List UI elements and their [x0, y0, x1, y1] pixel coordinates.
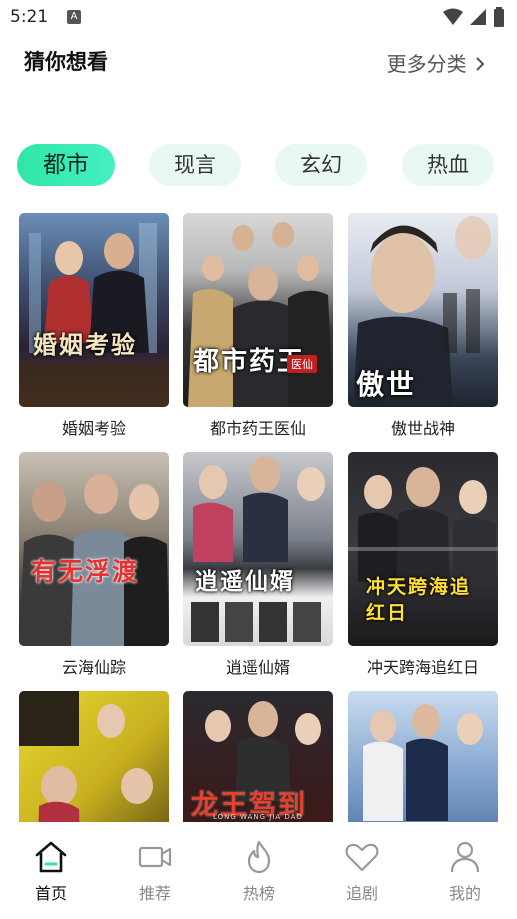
- section-title: 猜你想看: [24, 50, 108, 74]
- nav-hot[interactable]: 热榜: [224, 838, 294, 904]
- poster-subtitle: LONG WANG JIA DAO: [213, 813, 303, 821]
- home-icon: [35, 841, 67, 873]
- poster-art: [19, 223, 169, 407]
- drama-title: 逍遥仙婿: [225, 658, 290, 677]
- nav-label: 热榜: [242, 884, 275, 903]
- poster-title: 冲天跨海追红日: [366, 576, 472, 624]
- status-time: 5:21: [10, 7, 49, 27]
- drama-poster: 有无浮渡: [19, 452, 169, 646]
- drama-card[interactable]: 有无浮渡 云海仙踪: [19, 452, 169, 678]
- drama-poster: 傲世: [348, 213, 498, 407]
- bottom-nav: 首页 推荐 热榜 追剧 我的: [0, 822, 517, 919]
- drama-title: 云海仙踪: [61, 658, 126, 677]
- drama-card[interactable]: 傲世 傲世战神: [348, 213, 498, 439]
- wifi-icon: [443, 8, 463, 25]
- drama-title: 婚姻考验: [61, 419, 126, 438]
- drama-title: 傲世战神: [390, 419, 455, 438]
- status-bar: 5:21 A: [0, 0, 517, 34]
- tab-xianyan[interactable]: 现言: [149, 144, 241, 186]
- poster-title: 逍遥仙婿: [195, 568, 295, 595]
- drama-card[interactable]: 逍遥仙婿 逍遥仙婿: [183, 452, 333, 678]
- person-icon: [450, 841, 480, 873]
- poster-art: [19, 474, 169, 646]
- poster-title: 傲世: [356, 368, 417, 401]
- drama-poster: 冲天跨海追红日: [348, 452, 498, 646]
- battery-icon: [494, 7, 504, 27]
- video-camera-icon: [138, 846, 172, 868]
- nav-recommend[interactable]: 推荐: [120, 838, 190, 904]
- nav-label: 首页: [34, 884, 67, 903]
- drama-card[interactable]: 都市药王 医仙 都市药王医仙: [183, 213, 333, 439]
- poster-title: 婚姻考验: [33, 330, 137, 359]
- tab-xuanhuan[interactable]: 玄幻: [275, 144, 367, 186]
- drama-poster: 逍遥仙婿: [183, 452, 333, 646]
- drama-poster: 都市药王 医仙: [183, 213, 333, 407]
- poster-art: [191, 456, 325, 642]
- more-categories-link[interactable]: 更多分类: [387, 48, 487, 78]
- flame-icon: [247, 840, 271, 874]
- drama-title: 冲天跨海追红日: [366, 658, 479, 677]
- chevron-right-icon: [473, 54, 487, 78]
- tab-dushi[interactable]: 都市: [17, 144, 115, 186]
- drama-title: 都市药王医仙: [209, 419, 306, 438]
- drama-card[interactable]: 冲天跨海追红日 冲天跨海追红日: [348, 452, 498, 678]
- nav-label: 推荐: [138, 884, 171, 903]
- nav-follow[interactable]: 追剧: [327, 838, 397, 904]
- drama-poster: 婚姻考验: [19, 213, 169, 407]
- more-categories-label: 更多分类: [386, 52, 467, 76]
- heart-icon: [345, 843, 379, 872]
- category-tabs: 都市 现言 玄幻 热血: [17, 144, 497, 186]
- notification-icon: A: [67, 10, 81, 24]
- status-icons: [443, 7, 505, 27]
- app-screen: 5:21 A 猜你想看 更多分类 都市 现言 玄幻 热血 婚姻考验 婚姻考验 都…: [0, 0, 517, 919]
- nav-label: 我的: [448, 884, 481, 903]
- signal-icon: [470, 9, 486, 25]
- drama-card[interactable]: 婚姻考验 婚姻考验: [19, 213, 169, 439]
- nav-mine[interactable]: 我的: [430, 838, 500, 904]
- poster-title: 有无浮渡: [31, 557, 140, 586]
- tab-rexue[interactable]: 热血: [402, 144, 494, 186]
- nav-label: 追剧: [345, 884, 378, 903]
- poster-badge: 医仙: [287, 355, 317, 373]
- nav-home[interactable]: 首页: [16, 838, 86, 904]
